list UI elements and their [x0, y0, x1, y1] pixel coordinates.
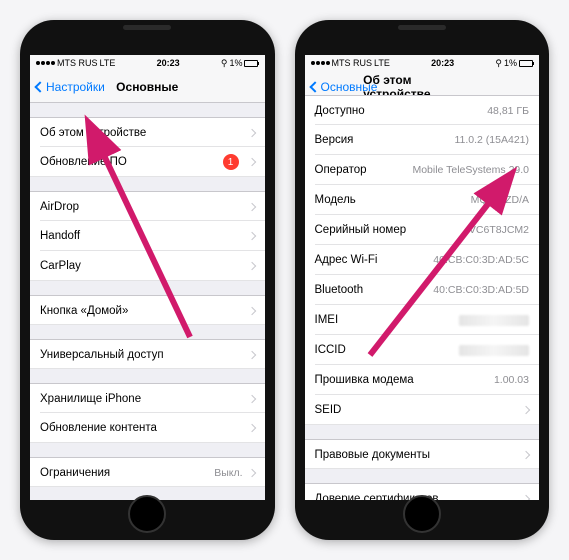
row-value: 40:CB:C0:3D:AD:5D: [433, 284, 529, 296]
chevron-right-icon: [247, 306, 255, 314]
settings-list[interactable]: Об этом устройстве Обновление ПО 1 AirDrop H…: [30, 117, 265, 487]
signal-icon: [36, 61, 55, 65]
settings-row[interactable]: SEID: [305, 395, 540, 425]
chevron-right-icon: [247, 232, 255, 240]
status-time: 20:23: [157, 58, 180, 68]
chevron-left-icon: [309, 81, 320, 92]
chevron-right-icon: [247, 128, 255, 136]
settings-row[interactable]: Хранилище iPhone: [30, 383, 265, 413]
page-title: Основные: [116, 80, 178, 94]
settings-row[interactable]: Правовые документы: [305, 439, 540, 469]
screen-right: MTS RUS LTE 20:23 ⚲ 1% Основные Об этом …: [305, 55, 540, 500]
home-button[interactable]: [128, 495, 166, 533]
row-value: 11.0.2 (15A421): [454, 134, 529, 146]
row-label: Оператор: [315, 164, 367, 176]
network-label: LTE: [374, 58, 390, 68]
back-button[interactable]: Настройки: [36, 80, 105, 94]
about-list[interactable]: Доступно 48,81 ГБ Версия 11.0.2 (15A421) Опе…: [305, 95, 540, 500]
row-value: 40:CB:C0:3D:AD:5C: [433, 254, 529, 266]
chevron-right-icon: [247, 158, 255, 166]
chevron-right-icon: [522, 494, 530, 500]
chevron-right-icon: [247, 202, 255, 210]
settings-row: Прошивка модема 1.00.03: [305, 365, 540, 395]
row-value: VC6T8JCM2: [469, 224, 529, 236]
chevron-right-icon: [247, 262, 255, 270]
settings-row: Модель MQ8L2ZD/A: [305, 185, 540, 215]
row-label: Обновление контента: [40, 422, 157, 434]
settings-row[interactable]: CarPlay: [30, 251, 265, 281]
settings-row[interactable]: Универсальный доступ: [30, 339, 265, 369]
row-label: Bluetooth: [315, 284, 364, 296]
signal-icon: [311, 61, 330, 65]
carrier-label: MTS RUS: [57, 58, 98, 68]
chevron-right-icon: [522, 406, 530, 414]
row-value: 1.00.03: [494, 374, 529, 386]
row-label: Хранилище iPhone: [40, 393, 141, 405]
redacted-value: [459, 315, 529, 326]
home-button[interactable]: [403, 495, 441, 533]
row-label: Доступно: [315, 105, 365, 117]
row-label: Кнопка «Домой»: [40, 305, 128, 317]
settings-row: Версия 11.0.2 (15A421): [305, 125, 540, 155]
settings-row[interactable]: Ограничения Выкл.: [30, 457, 265, 487]
row-value: MQ8L2ZD/A: [471, 194, 529, 206]
redacted-value: [459, 345, 529, 356]
row-label: Правовые документы: [315, 449, 430, 461]
chevron-right-icon: [247, 350, 255, 358]
row-label: IMEI: [315, 314, 339, 326]
status-bar: MTS RUS LTE 20:23 ⚲ 1%: [305, 55, 540, 71]
row-label: Адрес Wi-Fi: [315, 254, 378, 266]
settings-row[interactable]: Кнопка «Домой»: [30, 295, 265, 325]
back-label: Настройки: [46, 80, 105, 94]
status-time: 20:23: [431, 58, 454, 68]
chevron-right-icon: [522, 450, 530, 458]
battery-icon: [244, 60, 258, 67]
row-value: 48,81 ГБ: [487, 105, 529, 117]
settings-row[interactable]: Handoff: [30, 221, 265, 251]
row-label: Ограничения: [40, 467, 110, 479]
row-value: Mobile TeleSystems 29.0: [412, 164, 529, 176]
settings-row: Оператор Mobile TeleSystems 29.0: [305, 155, 540, 185]
phone-mockup-left: MTS RUS LTE 20:23 ⚲ 1% Настройки Основны…: [20, 20, 275, 540]
carrier-label: MTS RUS: [332, 58, 373, 68]
settings-row: Серийный номер VC6T8JCM2: [305, 215, 540, 245]
row-label: SEID: [315, 404, 342, 416]
row-label: Модель: [315, 194, 356, 206]
row-label: Универсальный доступ: [40, 349, 164, 361]
row-label: Обновление ПО: [40, 156, 127, 168]
chevron-right-icon: [247, 394, 255, 402]
battery-pct: 1%: [504, 58, 517, 68]
settings-row: Адрес Wi-Fi 40:CB:C0:3D:AD:5C: [305, 245, 540, 275]
battery-pct: 1%: [229, 58, 242, 68]
nav-bar: Настройки Основные: [30, 71, 265, 103]
bluetooth-icon: ⚲: [495, 58, 502, 69]
row-label: ICCID: [315, 344, 346, 356]
settings-row: Доступно 48,81 ГБ: [305, 95, 540, 125]
phone-mockup-right: MTS RUS LTE 20:23 ⚲ 1% Основные Об этом …: [295, 20, 550, 540]
battery-icon: [519, 60, 533, 67]
settings-row: ICCID: [305, 335, 540, 365]
settings-row[interactable]: AirDrop: [30, 191, 265, 221]
row-label: Об этом устройстве: [40, 127, 146, 139]
status-bar: MTS RUS LTE 20:23 ⚲ 1%: [30, 55, 265, 71]
chevron-right-icon: [247, 468, 255, 476]
settings-row: Bluetooth 40:CB:C0:3D:AD:5D: [305, 275, 540, 305]
settings-row: IMEI: [305, 305, 540, 335]
row-value: Выкл.: [214, 467, 242, 479]
screen-left: MTS RUS LTE 20:23 ⚲ 1% Настройки Основны…: [30, 55, 265, 500]
chevron-right-icon: [247, 424, 255, 432]
chevron-left-icon: [34, 81, 45, 92]
notification-badge: 1: [223, 154, 239, 170]
row-label: Handoff: [40, 230, 80, 242]
row-label: Серийный номер: [315, 224, 407, 236]
network-label: LTE: [100, 58, 116, 68]
row-label: AirDrop: [40, 201, 79, 213]
settings-row[interactable]: Обновление ПО 1: [30, 147, 265, 177]
row-label: Версия: [315, 134, 354, 146]
bluetooth-icon: ⚲: [221, 58, 228, 69]
settings-row[interactable]: Обновление контента: [30, 413, 265, 443]
row-label: Прошивка модема: [315, 374, 414, 386]
row-label: CarPlay: [40, 260, 81, 272]
settings-row[interactable]: Об этом устройстве: [30, 117, 265, 147]
